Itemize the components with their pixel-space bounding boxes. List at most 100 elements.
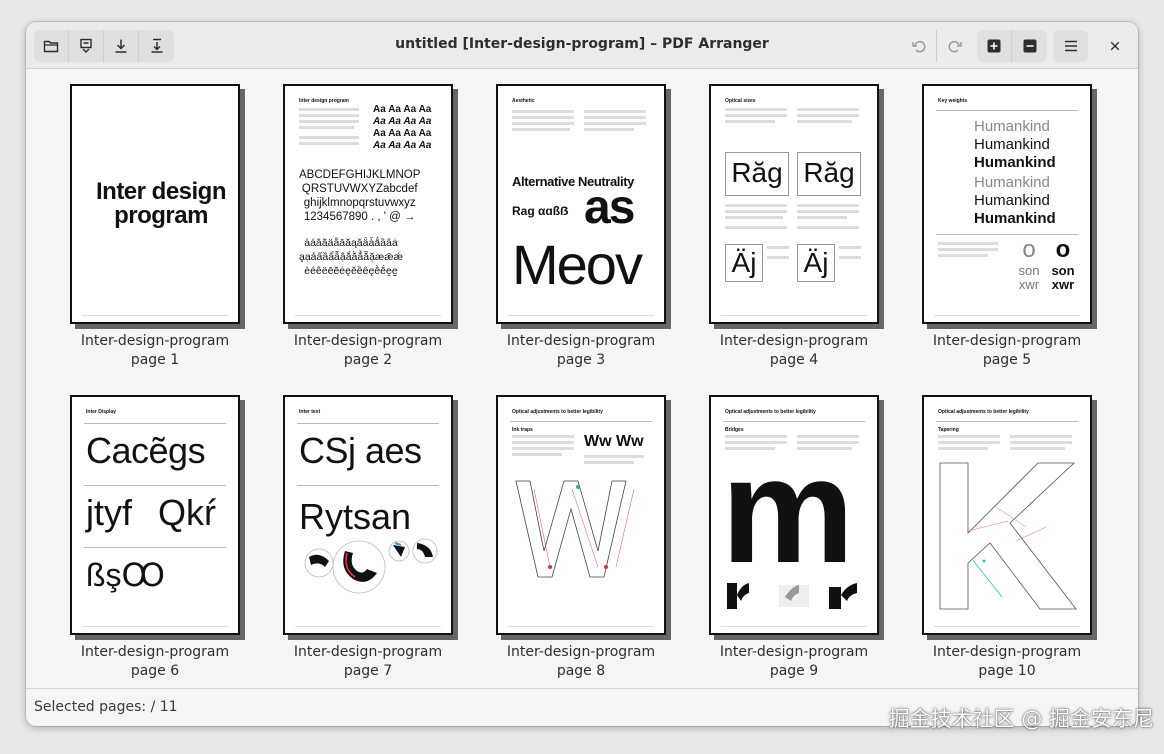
specimen-row-3: Aa Aa Aa Aa [373,128,432,139]
specimen-row-4: Aa Aa Aa Aa [373,140,432,151]
document-name: Inter-design-program [932,333,1082,349]
section-heading: Tapering [938,427,959,433]
page-preview: Inter Display Cacẽgs jtyf Qkŕ ßşꝎ [70,395,240,635]
specimen-rag: Rag αɑßẞ [512,204,569,218]
save-icon [115,39,127,53]
zoom-group [977,30,1047,62]
weight-sample-regular-2: Humankind [974,192,1050,209]
glyph-o-bold: o [1055,236,1071,263]
weight-sample-bold: Humankind [974,154,1056,171]
close-button[interactable] [1102,33,1128,59]
page-preview: Key weights Humankind Humankind Humankin… [922,84,1092,324]
zoom-in-icon [987,39,1001,53]
zoom-out-button[interactable] [1012,30,1047,62]
zoom-out-icon [1023,39,1036,53]
page-thumbnail-6[interactable]: Inter Display Cacẽgs jtyf Qkŕ ßşꝎ Inter-… [60,395,250,681]
specimen-meow: Meov [512,233,643,296]
main-menu-button[interactable] [1053,30,1088,62]
page-number-label: page 10 [978,663,1036,679]
display-sample-1: Cacẽgs [86,430,206,471]
selected-pages-value: / 11 [150,699,178,715]
document-name: Inter-design-program [506,333,656,349]
header-bar: untitled [Inter-design-program] – PDF Ar… [26,22,1138,69]
page-number-label: page 4 [769,352,819,368]
page-number-label: page 7 [343,663,393,679]
specimen-row-2: Aa Aa Aa Aa [373,116,432,127]
display-sample-3: Qkŕ [158,492,216,533]
page-preview: Optical adjustments to better legibility… [709,395,879,635]
page-caption: Inter-design-program page 7 [273,643,463,681]
page-thumbnail-5[interactable]: Key weights Humankind Humankind Humankin… [912,84,1102,370]
ink-trap-sample: Ww Ww [584,433,644,450]
file-actions-group [34,30,174,62]
save-button[interactable] [104,30,139,62]
optical-sample-2: Răg [797,152,861,196]
page-preview: Inter design program [70,84,240,324]
selected-pages-label: Selected pages: [34,699,147,715]
document-name: Inter-design-program [506,644,656,660]
page-thumbnail-4[interactable]: Optical sizes Răg Răg Äj Äj Inter-design… [699,84,889,370]
specimen-as: as [584,181,635,234]
menu-group [1053,30,1088,62]
letter-w-outline [515,480,635,578]
page-caption: Inter-design-program page 1 [60,332,250,370]
glyph-son-light: son [1018,263,1040,278]
redo-button[interactable] [937,30,972,62]
page-heading: Inter Display [86,409,117,415]
page-number-label: page 6 [130,663,180,679]
page-caption: Inter-design-program page 3 [486,332,676,370]
page-heading: Aesthetic [512,98,535,104]
letter-k-outline [939,462,1077,610]
alphabet-specimen: ABCDEFGHIJKLMNOP QRSTUVWXYZabcdef ghijkl… [299,169,421,223]
page-thumbnail-2[interactable]: Inter design program Aa Aa Aa Aa Aa Aa A… [273,84,463,370]
page-preview: Inter text CSj aes Rytsan [283,395,453,635]
zoom-in-button[interactable] [977,30,1012,62]
page-number-label: page 9 [769,663,819,679]
page-thumbnail-8[interactable]: Optical adjustments to better legibility… [486,395,676,681]
bridge-details [727,583,857,609]
page-heading: Optical sizes [725,98,756,104]
document-name: Inter-design-program [719,644,869,660]
undo-button[interactable] [902,30,937,62]
open-button[interactable] [34,30,69,62]
import-button[interactable] [69,30,104,62]
page-heading: Inter text [299,409,321,415]
page-number-label: page 3 [556,352,606,368]
weight-sample-thin: Humankind [974,118,1050,135]
display-sample-4: ßşꝎ [86,557,165,593]
detail-circles-illustration [304,538,438,594]
document-name: Inter-design-program [293,644,443,660]
window-title: untitled [Inter-design-program] – PDF Ar… [395,36,769,52]
weight-sample-bold-2: Humankind [974,210,1056,227]
page-heading: Key weights [938,98,968,104]
page-thumbnail-9[interactable]: Optical adjustments to better legibility… [699,395,889,681]
watermark: 掘金技术社区 @ 掘金安东尼 [888,707,1154,731]
page-heading: Optical adjustments to better legibility [512,409,603,415]
glyph-o-light: o [1022,236,1036,263]
text-sample-1: CSj aes [299,430,422,471]
page-caption: Inter-design-program page 6 [60,643,250,681]
close-icon [1110,41,1120,51]
document-name: Inter-design-program [80,333,230,349]
page-heading: Optical adjustments to better legibility [725,409,816,415]
page-thumbnail-3[interactable]: Aesthetic Alternative Neutrality Rag αɑß… [486,84,676,370]
page-caption: Inter-design-program page 4 [699,332,889,370]
page-heading: Optical adjustments to better legibility [938,409,1029,415]
page-thumbnail-7[interactable]: Inter text CSj aes Rytsan Inter-design-p… [273,395,463,681]
page-thumbnail-1[interactable]: Inter design program Inter-design-progra… [60,84,250,370]
page-caption: Inter-design-program page 8 [486,643,676,681]
page-caption: Inter-design-program page 10 [912,643,1102,681]
optical-sample-3: Äj [725,244,763,282]
page-caption: Inter-design-program page 9 [699,643,889,681]
history-group [902,30,972,62]
hamburger-menu-icon [1064,40,1077,52]
page-caption: Inter-design-program page 5 [912,332,1102,370]
save-as-icon [151,38,162,53]
document-name: Inter-design-program [293,333,443,349]
page-preview: Optical adjustments to better legibility… [496,395,666,635]
letter-m-sample: m [721,426,854,594]
undo-icon [912,40,926,53]
save-as-button[interactable] [139,30,174,62]
document-name: Inter-design-program [932,644,1082,660]
page-thumbnail-10[interactable]: Optical adjustments to better legibility… [912,395,1102,681]
